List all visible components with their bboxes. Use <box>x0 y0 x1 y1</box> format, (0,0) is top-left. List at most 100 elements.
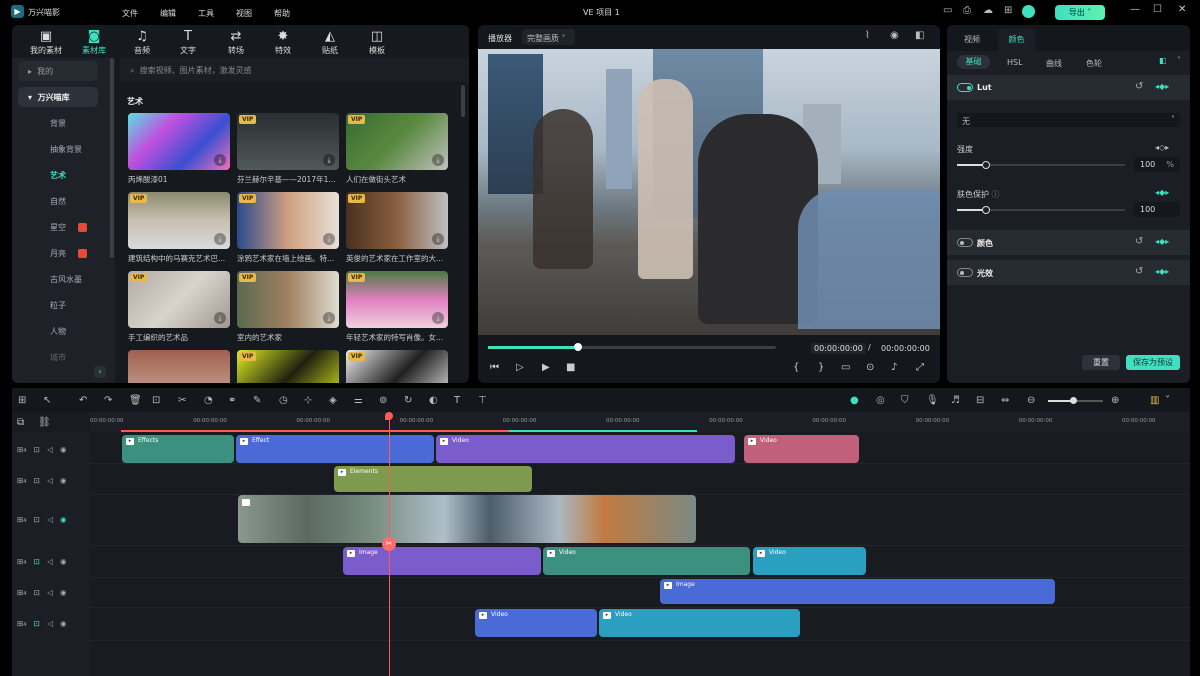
mute-icon[interactable]: ◁ <box>47 588 53 597</box>
folder-icon[interactable]: ⊡ <box>34 476 40 485</box>
sidebar-item-people[interactable]: 人物 <box>50 326 66 337</box>
asset-thumbnail[interactable]: VIP ⤓ <box>128 192 230 249</box>
focus-icon[interactable]: ⊹ <box>304 395 312 406</box>
tab-text[interactable]: T 文字 <box>163 29 213 56</box>
snapshot-icon[interactable]: ⊙ <box>866 362 874 373</box>
color-match-icon[interactable]: ⚭ <box>228 395 236 406</box>
undo-icon[interactable]: ↶ <box>79 395 87 406</box>
sidebar-item-starry[interactable]: 星空 <box>50 222 87 233</box>
timeline-clip[interactable]: ▸ Video <box>475 609 597 637</box>
layout-icon[interactable]: ▭ <box>943 5 952 16</box>
asset-thumbnail[interactable]: VIP ⤓ <box>346 271 448 328</box>
timeline-clip[interactable]: ▸ Video <box>744 435 859 463</box>
timeline-clip[interactable]: ▸ Effect <box>236 435 434 463</box>
eye-icon[interactable]: ◉ <box>890 30 899 41</box>
download-icon[interactable]: ⤓ <box>432 154 444 166</box>
playback-scrubber[interactable] <box>488 343 776 351</box>
redo-icon[interactable]: ↷ <box>104 395 112 406</box>
fullscreen-icon[interactable]: ⤢ <box>916 362 924 373</box>
timeline-clip[interactable]: ▸ Video <box>436 435 735 463</box>
stop-icon[interactable]: ■ <box>566 362 575 373</box>
volume-icon[interactable]: ♪ <box>891 362 897 373</box>
snap-icon[interactable]: ⊟ <box>976 395 984 406</box>
asset-thumbnail[interactable]: ⤓ <box>128 113 230 170</box>
menu-help[interactable]: 帮助 <box>274 9 290 18</box>
download-icon[interactable]: ⤓ <box>323 233 335 245</box>
timeline-clip[interactable]: ▸ Elements <box>334 466 532 492</box>
mute-icon[interactable]: ◁ <box>47 476 53 485</box>
asset-thumbnail[interactable]: VIP ⤓ <box>237 271 339 328</box>
sidebar-library[interactable]: ▾ 万兴喵库 <box>18 87 98 107</box>
avatar[interactable] <box>1022 5 1035 18</box>
mute-icon[interactable]: ◁ <box>47 515 53 524</box>
folder-icon[interactable]: ⊡ <box>34 588 40 597</box>
eye-icon[interactable]: ◉ <box>60 588 67 597</box>
timeline-clip[interactable]: ▸ Video <box>543 547 750 575</box>
zoom-in-icon[interactable]: ⊕ <box>1111 395 1119 406</box>
download-icon[interactable]: ⤓ <box>214 233 226 245</box>
keyframe-tool-icon[interactable]: ◈ <box>329 395 337 406</box>
video-preview[interactable] <box>478 49 940 335</box>
tab-effects[interactable]: ✸ 特效 <box>258 29 308 56</box>
add-track-icon[interactable]: ⧉ <box>17 417 24 428</box>
reset-icon[interactable]: ↺ <box>1135 266 1143 277</box>
eye-icon[interactable]: ◉ <box>60 619 67 628</box>
adjust-icon[interactable]: ⚌ <box>354 395 363 406</box>
menu-view[interactable]: 视图 <box>236 9 252 18</box>
audio-meter-icon[interactable]: ▥ <box>1150 395 1159 406</box>
scope-icon[interactable]: ⌇ <box>865 30 870 41</box>
subtab-hsl[interactable]: HSL <box>1007 58 1023 67</box>
folder-icon[interactable]: ⊡ <box>34 445 40 454</box>
asset-thumbnail[interactable]: VIP ⤓ <box>346 192 448 249</box>
download-icon[interactable]: ⤓ <box>323 312 335 324</box>
download-icon[interactable]: ⤓ <box>432 233 444 245</box>
compare-toggle-icon[interactable]: ◧ <box>1159 56 1167 65</box>
intensity-slider[interactable] <box>957 161 1125 169</box>
search-input[interactable]: 搜索视频、图片素材，激发灵感 <box>140 66 252 75</box>
eye-icon[interactable]: ◉ <box>60 476 67 485</box>
select-tool-icon[interactable]: ↖ <box>43 395 51 406</box>
mic-icon[interactable]: 🎙 <box>926 395 939 406</box>
reset-button[interactable]: 重置 <box>1082 355 1120 370</box>
lock-icon[interactable]: ⊡ <box>34 619 40 628</box>
edit-icon[interactable]: ✎ <box>253 395 261 406</box>
asset-thumbnail[interactable]: VIP <box>237 350 339 383</box>
sidebar-item-abstract[interactable]: 抽象背景 <box>50 144 82 155</box>
fit-icon[interactable]: ⇔ <box>1001 395 1009 406</box>
scrubber-handle[interactable] <box>573 343 582 351</box>
zoom-slider[interactable] <box>1048 397 1103 404</box>
tab-video[interactable]: 视频 <box>964 34 980 45</box>
subtab-basic[interactable]: 基础 <box>957 55 990 69</box>
render-icon[interactable]: ◎ <box>876 395 885 406</box>
asset-scrollbar[interactable] <box>461 85 465 117</box>
apps-icon[interactable]: ⊞ <box>1004 5 1012 16</box>
shield-icon[interactable]: ⛉ <box>901 395 909 406</box>
maximize-icon[interactable]: ☐ <box>1153 4 1162 15</box>
intensity-keyframe-icon[interactable]: ◂◇▸ <box>1155 143 1169 152</box>
split-icon[interactable]: ✂ <box>178 395 186 406</box>
menu-edit[interactable]: 编辑 <box>160 9 176 18</box>
sidebar-mine[interactable]: ▸ 我的 <box>18 61 98 81</box>
download-icon[interactable]: ⤓ <box>214 312 226 324</box>
skin-input[interactable]: 100 <box>1134 202 1180 217</box>
mute-icon[interactable]: ◁ <box>47 557 53 566</box>
keyframe-icon[interactable]: ◂◆▸ <box>1155 237 1169 246</box>
tab-my-media[interactable]: ▣ 我的素材 <box>21 29 71 56</box>
minimize-icon[interactable]: — <box>1130 4 1140 15</box>
zoom-out-icon[interactable]: ⊖ <box>1027 395 1035 406</box>
ai-effect-icon[interactable]: ◐ <box>429 395 438 406</box>
hidden-icon[interactable]: ◉ <box>60 515 67 524</box>
close-icon[interactable]: ✕ <box>1178 4 1186 15</box>
cloud-icon[interactable]: ☁ <box>983 5 993 16</box>
timeline-clip[interactable]: ▸ Effects <box>122 435 234 463</box>
play-icon[interactable]: ▶ <box>542 362 550 373</box>
download-icon[interactable]: ⤓ <box>323 154 335 166</box>
mute-icon[interactable]: ◁ <box>47 619 53 628</box>
sidebar-scrollbar[interactable] <box>110 58 114 258</box>
reset-icon[interactable]: ↺ <box>1135 236 1143 247</box>
split-marker-icon[interactable]: ✂ <box>382 537 396 551</box>
lock-icon[interactable]: ⊡ <box>34 557 40 566</box>
skin-handle[interactable] <box>981 206 990 214</box>
timeline-clip[interactable]: ▸ Video <box>753 547 866 575</box>
asset-thumbnail[interactable]: VIP ⤓ <box>237 192 339 249</box>
